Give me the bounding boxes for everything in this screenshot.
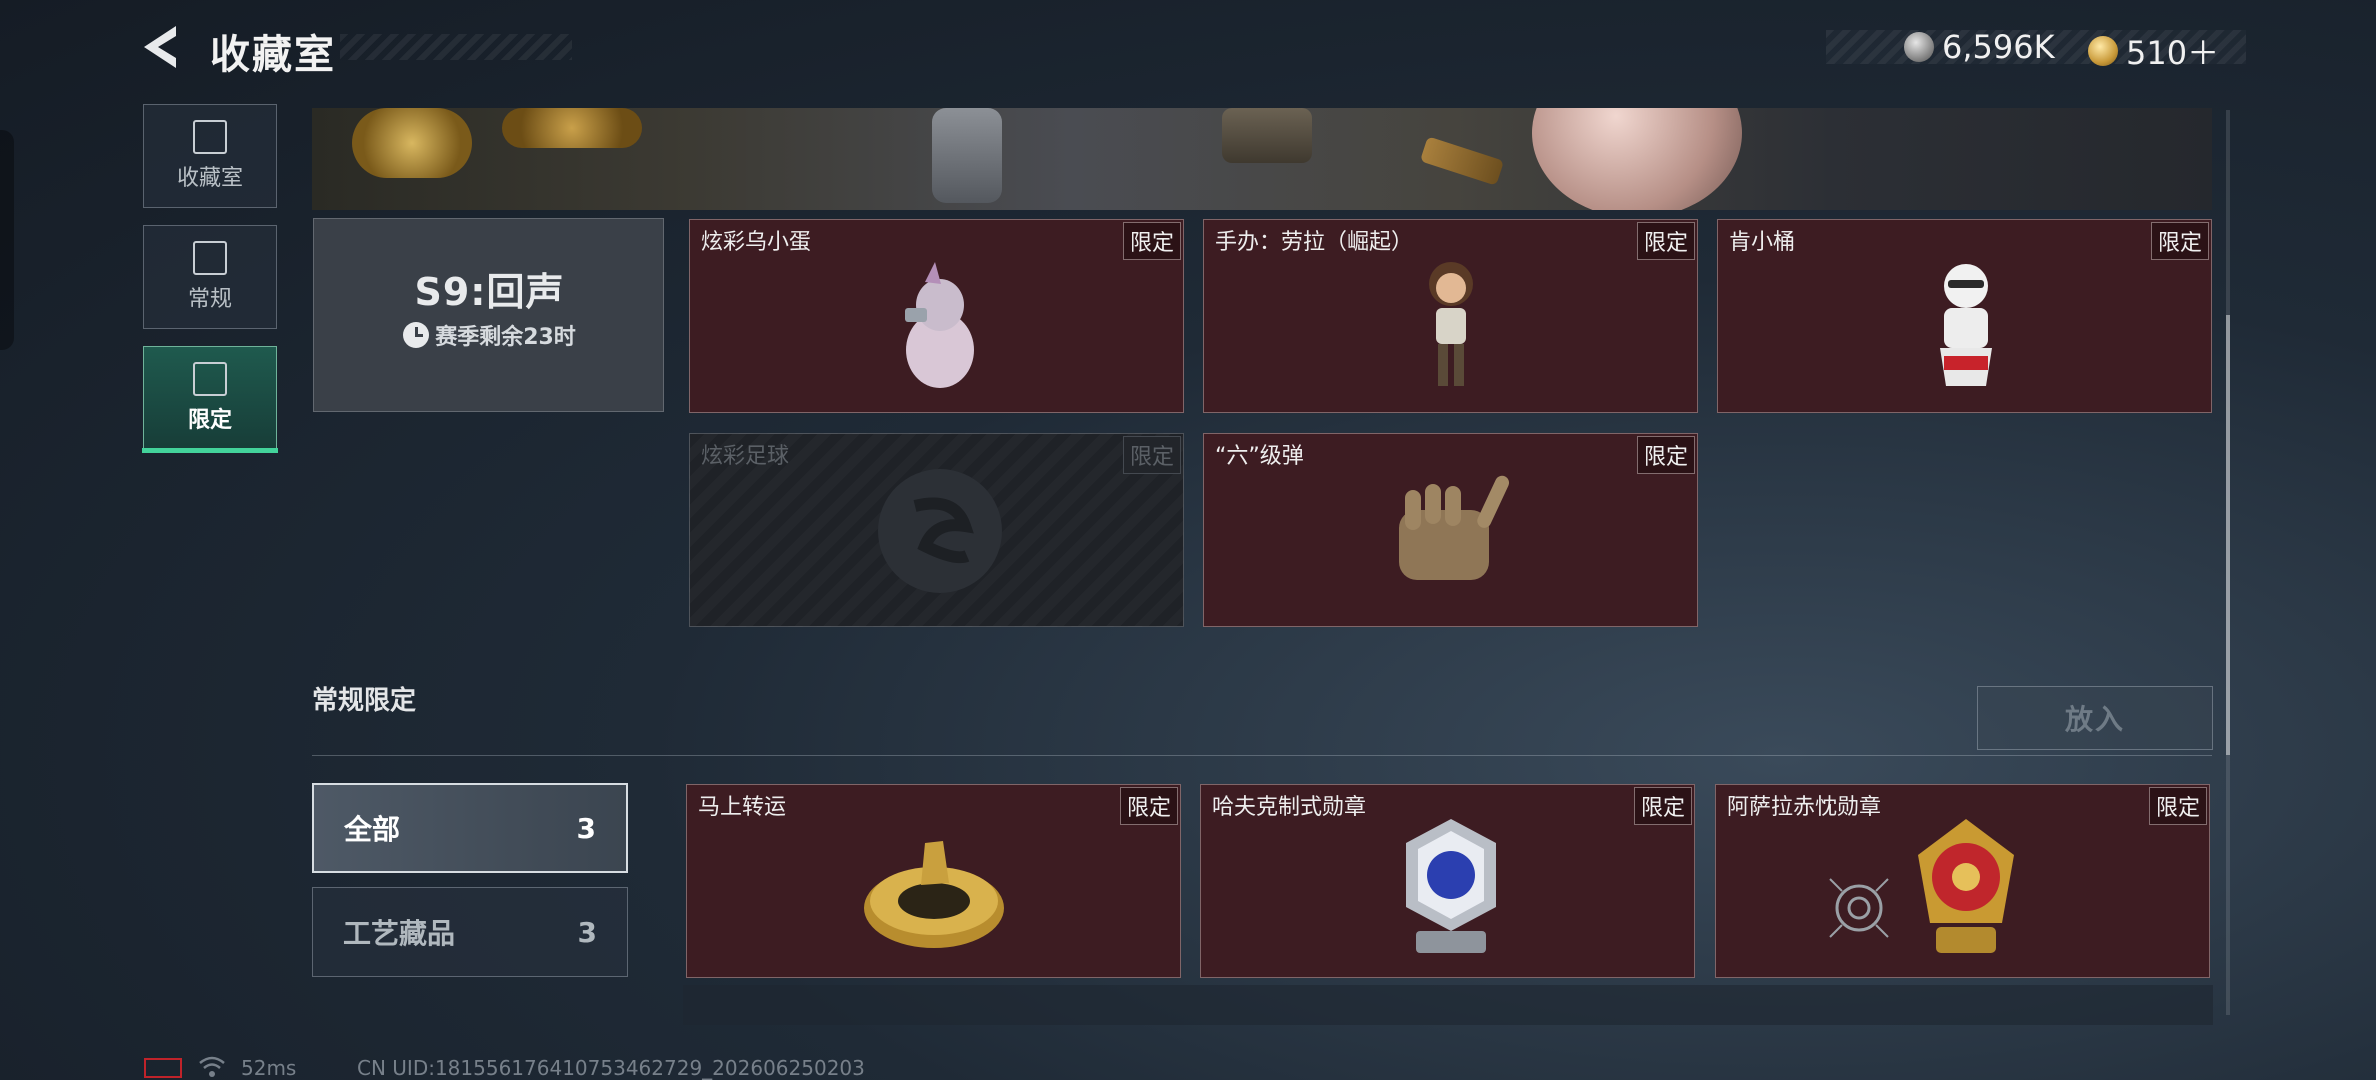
filter-count: 3 <box>577 915 597 949</box>
season-remaining: 赛季剩余23时 <box>314 319 665 351</box>
gold-coin-icon <box>2088 36 2118 66</box>
display-shelf-banner <box>312 108 2212 210</box>
collection-room-icon <box>193 120 227 154</box>
item-name: 哈夫克制式勋章 <box>1212 795 1367 820</box>
page-title: 收藏室 <box>210 32 336 78</box>
filter-label: 工艺藏品 <box>343 917 456 950</box>
filter-label: 全部 <box>344 813 401 846</box>
gold-statue-image <box>352 108 472 178</box>
item-card[interactable]: 哈夫克制式勋章 限定 <box>1200 784 1695 978</box>
wifi-icon <box>199 1056 225 1077</box>
sidebar-item-collection-room[interactable]: 收藏室 <box>143 104 277 208</box>
regular-icon <box>193 241 227 275</box>
sidebar-item-label: 限定 <box>187 408 232 433</box>
item-name: 阿萨拉赤忱勋章 <box>1727 795 1882 820</box>
filter-all[interactable]: 全部 3 <box>312 783 628 873</box>
bullet-shells-image <box>1419 136 1505 186</box>
uid-text: CN UID:181556176410753462729_20260625020… <box>357 1056 865 1080</box>
section-divider <box>312 755 2212 756</box>
back-arrow-icon[interactable] <box>140 24 184 70</box>
gold-currency[interactable]: 510＋ <box>2088 28 2219 74</box>
hand-sign-figure-icon <box>1399 475 1510 580</box>
limited-badge: 限定 <box>1633 787 1692 825</box>
silver-currency[interactable]: 6,596K <box>1904 28 2055 66</box>
sidebar-item-label: 收藏室 <box>176 166 243 191</box>
sidebar-item-limited[interactable]: 限定 <box>142 346 278 453</box>
limited-badge: 限定 <box>1119 787 1178 825</box>
ping-value: 52ms <box>241 1056 297 1080</box>
horse-coin-icon <box>864 841 1004 948</box>
clock-icon <box>403 322 430 348</box>
season-title: S9:回声 <box>414 270 565 314</box>
section-title: 常规限定 <box>312 686 417 716</box>
lara-figure-icon <box>1429 262 1473 386</box>
limited-badge: 限定 <box>1122 222 1181 260</box>
season-remaining-text: 赛季剩余23时 <box>435 325 576 350</box>
item-card[interactable]: 阿萨拉赤忱勋章 限定 <box>1715 784 2210 978</box>
item-name: 马上转运 <box>698 795 787 820</box>
limited-badge: 限定 <box>1122 436 1181 474</box>
item-card[interactable]: 炫彩乌小蛋 限定 <box>689 219 1184 413</box>
robot-figure-image <box>932 108 1002 203</box>
filter-count: 3 <box>576 811 596 845</box>
season-card[interactable]: S9:回声 赛季剩余23时 <box>313 218 664 412</box>
item-card[interactable]: 马上转运 限定 <box>686 784 1181 978</box>
silver-coin-icon <box>1904 32 1934 62</box>
sidebar-item-regular[interactable]: 常规 <box>143 225 277 329</box>
haavk-medal-icon <box>1406 819 1496 953</box>
item-name: 肯小桶 <box>1729 230 1796 255</box>
item-name: “六”级弹 <box>1215 444 1304 469</box>
title-decoration <box>340 34 572 60</box>
sidebar-item-label: 常规 <box>187 287 232 312</box>
limited-badge: 限定 <box>2148 787 2207 825</box>
item-name: 炫彩乌小蛋 <box>701 230 812 255</box>
item-name: 炫彩足球 <box>701 444 790 469</box>
bucket-figure-icon <box>1940 264 1992 386</box>
locked-placeholder-icon <box>878 469 1002 593</box>
asala-medal-icon <box>1918 819 2014 953</box>
item-card[interactable]: “六”级弹 限定 <box>1203 433 1698 627</box>
item-card[interactable]: 肯小桶 限定 <box>1717 219 2212 413</box>
gold-ornament-image <box>502 108 642 148</box>
boots-image <box>1222 108 1312 163</box>
put-in-button[interactable]: 放入 <box>1977 686 2213 750</box>
battery-icon <box>144 1058 182 1078</box>
gold-currency-value: 510＋ <box>2126 34 2220 72</box>
limited-badge: 限定 <box>2150 222 2209 260</box>
egg-figure-icon <box>905 262 974 388</box>
crosshair-icon[interactable] <box>1826 875 1892 941</box>
scrollbar-thumb[interactable] <box>2226 315 2230 755</box>
limited-badge: 限定 <box>1636 436 1695 474</box>
pink-ball-image <box>1532 108 1742 210</box>
item-name: 手办：劳拉（崛起） <box>1215 230 1414 255</box>
limited-badge: 限定 <box>1636 222 1695 260</box>
silver-currency-value: 6,596K <box>1942 28 2055 66</box>
limited-icon <box>193 362 227 396</box>
list-backdrop <box>683 985 2213 1025</box>
side-handle <box>0 130 14 350</box>
item-card-locked[interactable]: 炫彩足球 限定 <box>689 433 1184 627</box>
item-card[interactable]: 手办：劳拉（崛起） 限定 <box>1203 219 1698 413</box>
filter-craft-collection[interactable]: 工艺藏品 3 <box>312 887 628 977</box>
